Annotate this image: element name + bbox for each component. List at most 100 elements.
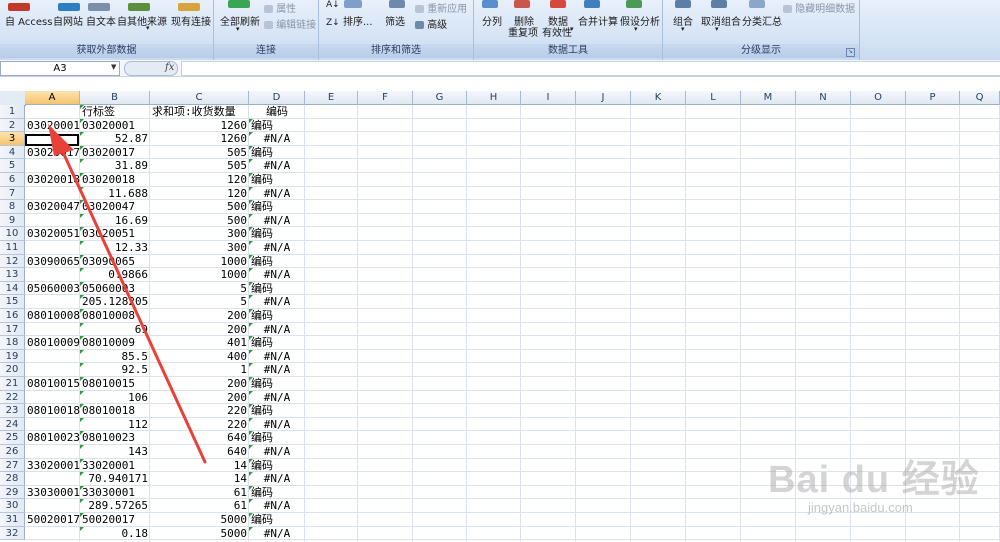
cell-c1[interactable]: 求和项:收货数量 <box>152 105 247 118</box>
cell-c20[interactable]: 1 <box>152 363 247 376</box>
cell-a6[interactable]: 03020018 <box>27 173 80 186</box>
cell-b16[interactable]: 08010008 <box>82 309 148 322</box>
row-header-19[interactable]: 19 <box>0 349 25 364</box>
name-box[interactable]: A3 <box>0 61 120 76</box>
cell-b10[interactable]: 03020051 <box>82 227 148 240</box>
cell-c26[interactable]: 640 <box>152 445 247 458</box>
cell-d8[interactable]: 编码 <box>251 200 303 213</box>
row-header-13[interactable]: 13 <box>0 268 25 282</box>
chevron-down-icon[interactable]: ▼ <box>111 63 116 71</box>
cell-d21[interactable]: 编码 <box>251 377 303 390</box>
cell-a11[interactable] <box>27 241 80 254</box>
cell-a2[interactable]: 03020001 <box>27 119 80 132</box>
cell-c18[interactable]: 401 <box>152 336 247 349</box>
cell-c10[interactable]: 300 <box>152 227 247 240</box>
cell-c12[interactable]: 1000 <box>152 255 248 268</box>
hide-detail-button[interactable]: 隐藏明细数据 <box>783 0 855 15</box>
text-to-columns-button[interactable]: 分列 <box>482 13 502 28</box>
cell-c5[interactable]: 505 <box>152 159 247 172</box>
cell-b4[interactable]: 03020017 <box>82 146 148 159</box>
cell-a16[interactable]: 08010008 <box>27 309 80 322</box>
row-header-22[interactable]: 22 <box>0 390 25 405</box>
cell-c30[interactable]: 61 <box>152 499 247 512</box>
formula-input[interactable] <box>181 61 1000 76</box>
sort-button[interactable]: 排序... <box>343 13 373 28</box>
cell-b21[interactable]: 08010015 <box>82 377 148 390</box>
cell-a32[interactable] <box>27 527 80 540</box>
cell-c8[interactable]: 500 <box>152 200 247 213</box>
cell-c17[interactable]: 200 <box>152 323 247 336</box>
row-header-16[interactable]: 16 <box>0 309 25 323</box>
row-header-12[interactable]: 12 <box>0 254 25 269</box>
cell-a9[interactable] <box>27 214 80 227</box>
row-header-6[interactable]: 6 <box>0 173 25 187</box>
cell-b6[interactable]: 03020018 <box>82 173 148 186</box>
chevron-down-icon[interactable]: ▾ <box>570 25 574 33</box>
cell-c29[interactable]: 61 <box>152 486 247 499</box>
cell-d20[interactable]: #N/A <box>251 363 303 376</box>
cell-a27[interactable]: 33020001 <box>27 459 80 472</box>
column-header-g[interactable]: G <box>413 91 467 105</box>
cell-c11[interactable]: 300 <box>152 241 247 254</box>
row-header-31[interactable]: 31 <box>0 513 25 527</box>
from-text-button[interactable]: 自文本 <box>86 13 116 28</box>
row-header-5[interactable]: 5 <box>0 159 25 173</box>
cell-a8[interactable]: 03020047 <box>27 200 80 213</box>
cell-a25[interactable]: 08010023 <box>27 431 80 444</box>
cell-a24[interactable] <box>27 418 80 431</box>
cell-d14[interactable]: 编码 <box>251 282 303 295</box>
cell-d13[interactable]: #N/A <box>251 268 303 281</box>
cell-d6[interactable]: 编码 <box>251 173 303 186</box>
cell-a4[interactable]: 03020017 <box>27 146 80 159</box>
cell-b31[interactable]: 50020017 <box>82 513 148 526</box>
row-header-10[interactable]: 10 <box>0 227 25 241</box>
what-if-analysis-button[interactable]: 假设分析 <box>620 13 660 28</box>
cell-c25[interactable]: 640 <box>152 431 247 444</box>
cell-b30[interactable]: 289.57265 <box>82 499 148 512</box>
row-header-11[interactable]: 11 <box>0 241 25 255</box>
cell-b28[interactable]: 70.940171 <box>82 472 148 485</box>
cell-b7[interactable]: 11.688 <box>82 187 148 200</box>
cell-a29[interactable]: 33030001 <box>27 486 80 499</box>
cell-b23[interactable]: 08010018 <box>82 404 148 417</box>
insert-function-icon[interactable]: fx <box>165 62 174 73</box>
row-header-1[interactable]: 1 <box>0 105 25 119</box>
row-header-24[interactable]: 24 <box>0 417 25 432</box>
cell-c21[interactable]: 200 <box>152 377 247 390</box>
row-header-29[interactable]: 29 <box>0 485 25 500</box>
active-cell-cursor[interactable] <box>25 133 79 146</box>
cell-b8[interactable]: 03020047 <box>82 200 148 213</box>
cell-c28[interactable]: 14 <box>152 472 247 485</box>
column-header-f[interactable]: F <box>358 91 413 105</box>
data-validation-label-2[interactable]: 有效性 <box>542 24 572 39</box>
cell-a26[interactable] <box>27 445 80 458</box>
cell-c7[interactable]: 120 <box>152 187 247 200</box>
remove-duplicates-label-2[interactable]: 重复项 <box>508 24 538 39</box>
cell-d30[interactable]: #N/A <box>251 499 303 512</box>
advanced-button[interactable]: 高级 <box>415 16 447 31</box>
chevron-down-icon[interactable]: ▾ <box>146 24 150 32</box>
chevron-down-icon[interactable]: ▾ <box>634 25 638 33</box>
cell-d2[interactable]: 编码 <box>251 119 303 132</box>
refresh-all-button[interactable]: 全部刷新 <box>220 13 260 28</box>
cell-c9[interactable]: 500 <box>152 214 247 227</box>
column-header-b[interactable]: B <box>80 91 150 105</box>
cell-d28[interactable]: #N/A <box>251 472 303 485</box>
row-header-25[interactable]: 25 <box>0 431 25 445</box>
column-header-q[interactable]: Q <box>960 91 1000 105</box>
sort-az-icon[interactable]: A↓ <box>326 0 340 10</box>
column-header-e[interactable]: E <box>305 91 358 105</box>
cell-d29[interactable]: 编码 <box>251 486 303 499</box>
column-header-c[interactable]: C <box>150 91 249 105</box>
cell-c6[interactable]: 120 <box>152 173 247 186</box>
cell-b19[interactable]: 85.5 <box>82 350 149 363</box>
cell-c23[interactable]: 220 <box>152 404 247 417</box>
cell-d3[interactable]: #N/A <box>251 132 303 145</box>
column-header-j[interactable]: J <box>576 91 631 105</box>
cell-a17[interactable] <box>27 323 80 336</box>
row-header-32[interactable]: 32 <box>0 526 25 541</box>
edit-links-button[interactable]: 编辑链接 <box>264 16 316 31</box>
row-header-2[interactable]: 2 <box>0 118 25 133</box>
row-header-21[interactable]: 21 <box>0 377 25 391</box>
row-header-15[interactable]: 15 <box>0 295 25 309</box>
